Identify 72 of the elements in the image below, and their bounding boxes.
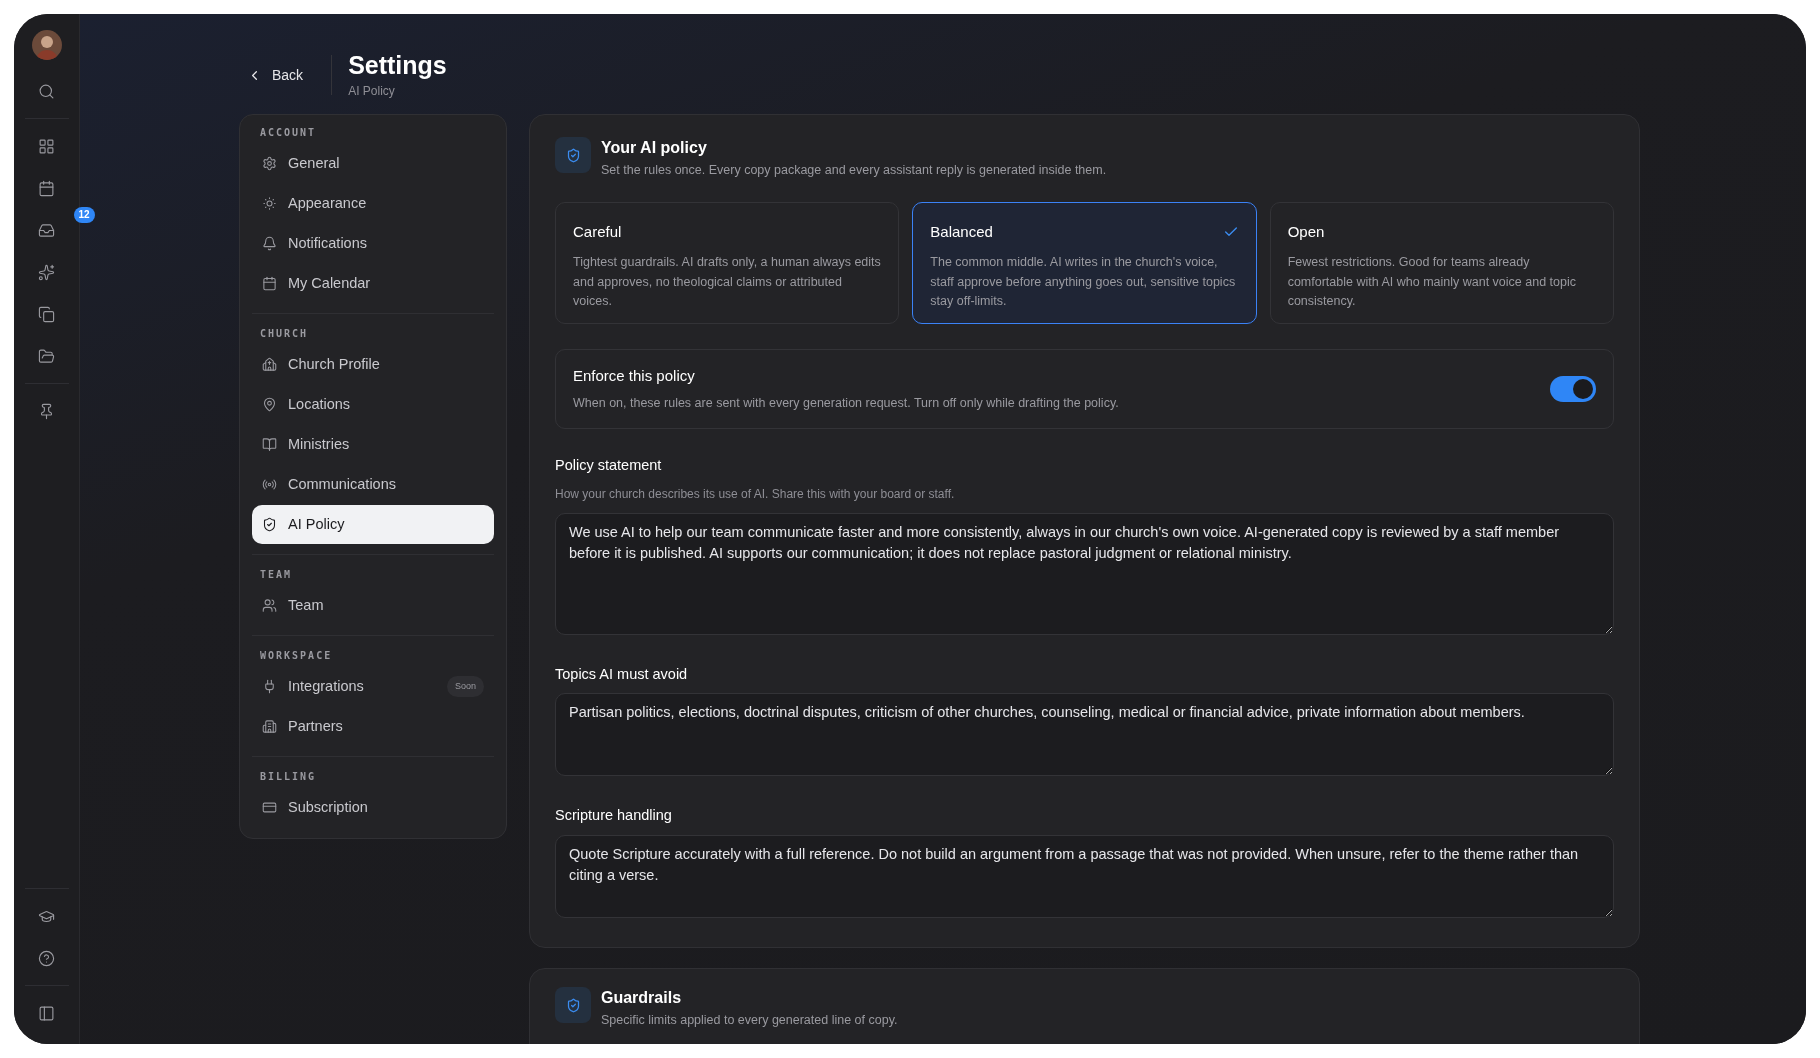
field-label: Policy statement	[555, 455, 663, 475]
policy-option[interactable]: Balanced The common middle. AI writes in the church's voice, staff approve before anything goes out, sensitive topics stay off-limits.	[912, 201, 1257, 324]
option-description: Fewest restrictions. Good for teams already comfortable with AI who mainly want voice and topic consistency.	[1287, 254, 1577, 311]
inbox-icon	[38, 221, 55, 239]
sidebar-item[interactable]: Partners	[252, 707, 494, 746]
shield-badge-icon	[555, 987, 591, 1023]
sidebar-item[interactable]: Subscription	[252, 788, 494, 827]
calendar-icon	[262, 276, 277, 291]
card-icon	[262, 800, 277, 815]
section-heading: WORKSPACE	[259, 649, 334, 663]
sidebar-item[interactable]: General	[252, 144, 494, 183]
section-heading: ACCOUNT	[259, 126, 318, 140]
help-icon	[38, 949, 55, 967]
card-description: Specific limits applied to every generated line of copy.	[601, 1012, 898, 1029]
pin-icon	[38, 402, 55, 420]
calendar-icon	[38, 179, 55, 197]
map-pin-icon	[262, 397, 277, 412]
book-icon	[262, 437, 277, 452]
building-icon	[262, 719, 277, 734]
sidebar-item[interactable]: Integrations Soon	[252, 667, 494, 706]
shield-badge-icon	[555, 137, 591, 173]
text-area[interactable]: We use AI to help our team communicate faster and more consistently, always in our church's own voice. AI-generated copy is reviewed by a staff member before it is published. AI supports our communication; it does not replace pastoral judgment or relational ministry.	[555, 512, 1614, 635]
search-icon	[38, 82, 55, 100]
sidebar-item[interactable]: Locations	[252, 385, 494, 424]
section-heading: BILLING	[259, 770, 318, 784]
sidebar-item[interactable]: Communications	[252, 465, 494, 504]
shield-icon	[262, 517, 277, 532]
building-icon	[262, 357, 277, 372]
sidebar-item[interactable]: Appearance	[252, 184, 494, 223]
sidebar-item[interactable]: Team	[252, 586, 494, 625]
option-title: Open	[1287, 221, 1325, 242]
sidebar-toggle-icon	[38, 1004, 55, 1022]
option-description: The common middle. AI writes in the church's voice, staff approve before anything goes out, sensitive topics stay off-limits.	[930, 254, 1237, 311]
field-label: Scripture handling	[555, 806, 673, 826]
option-title: Balanced	[930, 221, 993, 242]
card-title: Guardrails	[601, 988, 683, 1008]
bell-icon	[262, 236, 277, 251]
section-heading: CHURCH	[259, 327, 310, 341]
text-area[interactable]: Quote Scripture accurately with a full reference. Do not build an argument from a passage that was not provided. When unsure, refer to the theme rather than citing a verse.	[555, 835, 1614, 918]
sparkles-icon	[38, 263, 55, 281]
setting-title: Enforce this policy	[573, 366, 696, 387]
sidebar-item[interactable]: Church Profile	[252, 345, 494, 384]
field-label: Topics AI must avoid	[555, 664, 689, 684]
card-description: Set the rules once. Every copy package and every assistant reply is generated inside them.	[601, 162, 1107, 179]
text-area[interactable]: Partisan politics, elections, doctrinal disputes, criticism of other churches, counseling, medical or financial advice, private information about members.	[555, 693, 1614, 777]
page-title: Settings	[348, 50, 447, 80]
sidebar-item[interactable]: Notifications	[252, 224, 494, 263]
setting-description: When on, these rules are sent with every generation request. Turn off only while drafting the policy.	[573, 394, 1119, 412]
sun-icon	[262, 196, 277, 211]
sidebar-item[interactable]: My Calendar	[252, 264, 494, 303]
users-icon	[262, 598, 277, 613]
sidebar-item[interactable]: Ministries	[252, 425, 494, 464]
policy-option[interactable]: Open Fewest restrictions. Good for teams already comfortable with AI who mainly want voice and topic consistency.	[1269, 201, 1614, 324]
option-title: Careful	[573, 221, 622, 242]
section-heading: TEAM	[259, 568, 294, 582]
field-hint: How your church describes its use of AI. Share this with your board or staff.	[555, 485, 956, 503]
folder-icon	[38, 347, 55, 365]
status-badge: Soon	[446, 675, 484, 698]
option-description: Tightest guardrails. AI drafts only, a human always edits and approves, no theological claims or attributed voices.	[573, 254, 882, 311]
broadcast-icon	[262, 477, 277, 492]
page-subtitle: AI Policy	[348, 83, 396, 100]
policy-option[interactable]: Careful Tightest guardrails. AI drafts only, a human always edits and approves, no theological claims or attributed voices.	[555, 201, 900, 324]
back-button[interactable]: Back	[247, 55, 333, 95]
gear-icon	[262, 156, 277, 171]
sidebar-item[interactable]: AI Policy	[252, 505, 494, 544]
avatar[interactable]	[31, 30, 62, 60]
count-badge: 12	[73, 207, 95, 223]
grid-icon	[38, 137, 55, 155]
copy-icon	[38, 305, 55, 323]
toggle-switch[interactable]	[1550, 375, 1596, 402]
card-title: Your AI policy	[601, 138, 708, 158]
plug-icon	[262, 679, 277, 694]
